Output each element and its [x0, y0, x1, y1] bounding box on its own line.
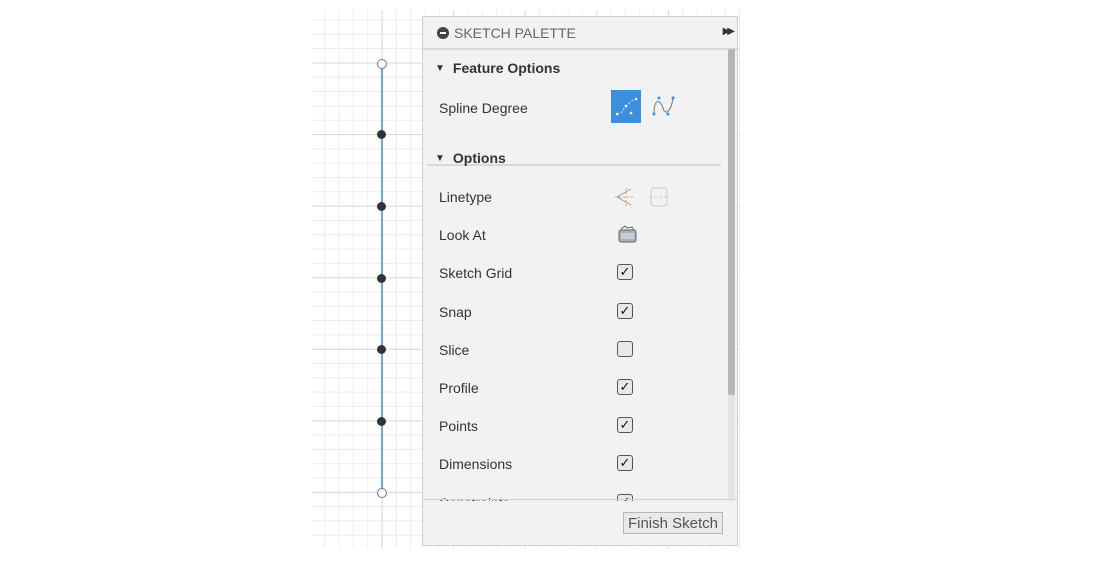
fit-point-spline-icon	[615, 97, 638, 116]
checkbox-profile[interactable]: ✓	[617, 379, 633, 395]
option-label: Points	[439, 418, 478, 435]
construction-linetype-icon[interactable]	[613, 188, 637, 213]
sketch-endpoint[interactable]	[377, 487, 387, 498]
scrollbar[interactable]	[728, 49, 735, 501]
option-label: Look At	[439, 227, 486, 244]
spline-degree-label: Spline Degree	[439, 100, 528, 116]
centerline-linetype-icon[interactable]	[637, 187, 671, 213]
palette-header: SKETCH PALETTE ▶▶	[423, 17, 737, 50]
fit-point-spline-button[interactable]	[611, 90, 641, 123]
option-label: Linetype	[439, 189, 492, 205]
checkbox-slice[interactable]	[617, 340, 633, 357]
look-at-button[interactable]	[617, 223, 637, 250]
control-point-spline-button[interactable]	[649, 92, 675, 125]
control-point-spline-icon	[652, 96, 675, 116]
checkbox-points[interactable]: ✓	[617, 417, 633, 434]
checkbox-dimensions[interactable]: ✓	[617, 455, 633, 472]
caret-down-icon: ▼	[435, 152, 445, 164]
sketch-palette: SKETCH PALETTE ▶▶ ▼ Feature Options Splin…	[422, 16, 738, 546]
sketch-point[interactable]	[377, 201, 386, 211]
section-title: Feature Options	[452, 60, 561, 76]
option-label: Dimensions	[439, 456, 513, 473]
option-label: Snap	[439, 303, 472, 320]
finish-sketch-button[interactable]: Finish Sketch	[622, 512, 723, 534]
palette-footer: Finish Sketch	[423, 499, 737, 545]
option-label: Slice	[439, 341, 470, 358]
checkbox-sketch-grid[interactable]: ✓	[617, 264, 633, 281]
collapse-icon[interactable]	[437, 26, 449, 39]
fast-forward-icon[interactable]: ▶▶	[723, 26, 736, 37]
caret-down-icon: ▼	[435, 62, 445, 74]
checkbox-snap[interactable]: ✓	[617, 302, 633, 319]
sketch-point[interactable]	[377, 129, 386, 139]
option-label: Profile	[439, 380, 479, 396]
sketch-point[interactable]	[377, 273, 386, 283]
scrollbar-thumb[interactable]	[728, 49, 735, 395]
section-options[interactable]: ▼ Options	[435, 150, 506, 166]
palette-title: SKETCH PALETTE	[454, 24, 576, 41]
option-label: Sketch Grid	[439, 265, 513, 282]
sketch-endpoint[interactable]	[377, 58, 387, 69]
section-feature-options[interactable]: ▼ Feature Options	[435, 60, 560, 76]
section-title: Options	[452, 150, 506, 166]
look-at-icon	[618, 225, 637, 243]
sketch-point[interactable]	[377, 344, 386, 354]
sketch-point[interactable]	[377, 416, 386, 426]
